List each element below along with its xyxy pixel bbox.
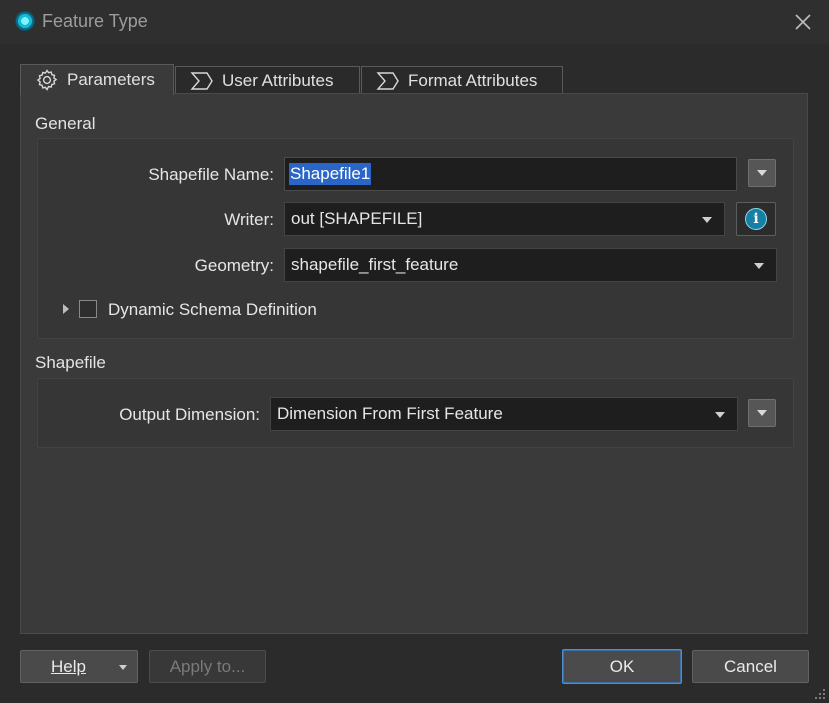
- general-heading: General: [35, 114, 96, 133]
- tab-format-attributes-label: Format Attributes: [408, 70, 538, 90]
- tab-user-attributes-label: User Attributes: [222, 70, 334, 90]
- shapefile-group: Output Dimension: Dimension From First F…: [37, 378, 794, 448]
- geometry-select[interactable]: shapefile_first_feature: [284, 248, 777, 282]
- chevron-down-icon: [119, 665, 127, 670]
- dynamic-schema-checkbox[interactable]: [79, 300, 97, 318]
- shapefile-name-value: Shapefile1: [289, 163, 372, 185]
- geometry-value: shapefile_first_feature: [291, 255, 459, 274]
- cancel-button[interactable]: Cancel: [692, 650, 809, 683]
- close-icon: [795, 14, 811, 30]
- shapefile-name-label: Shapefile Name:: [148, 165, 274, 184]
- general-group: Shapefile Name: Shapefile1 Writer: out […: [37, 138, 794, 339]
- geometry-label: Geometry:: [194, 256, 274, 275]
- shapefile-heading: Shapefile: [35, 353, 106, 372]
- writer-info-button[interactable]: i: [736, 202, 776, 236]
- tab-parameters[interactable]: Parameters: [20, 64, 174, 95]
- chevron-down-icon: [754, 263, 764, 269]
- shapefile-name-menu-button[interactable]: [748, 159, 776, 187]
- writer-select[interactable]: out [SHAPEFILE]: [284, 202, 725, 236]
- output-dimension-select[interactable]: Dimension From First Feature: [270, 397, 738, 431]
- window-title: Feature Type: [42, 11, 148, 31]
- output-dimension-label: Output Dimension:: [119, 405, 260, 424]
- tab-format-attributes[interactable]: Format Attributes: [361, 66, 563, 94]
- chevron-down-icon: [702, 217, 712, 223]
- dynamic-schema-label: Dynamic Schema Definition: [108, 300, 317, 319]
- tab-parameters-label: Parameters: [67, 70, 155, 89]
- help-button[interactable]: Help: [20, 650, 138, 683]
- sigma-icon: [190, 71, 213, 90]
- chevron-down-icon: [715, 412, 725, 418]
- apply-to-button[interactable]: Apply to...: [149, 650, 266, 683]
- parameters-panel: General Shapefile Name: Shapefile1 Write…: [20, 93, 808, 634]
- resize-grip-icon[interactable]: [812, 686, 826, 700]
- expand-arrow-icon[interactable]: [63, 304, 69, 314]
- shapefile-name-input[interactable]: Shapefile1: [284, 157, 737, 191]
- app-icon: [16, 12, 34, 30]
- chevron-down-icon: [757, 170, 767, 176]
- output-dimension-value: Dimension From First Feature: [277, 404, 503, 423]
- writer-value: out [SHAPEFILE]: [291, 209, 423, 228]
- sigma-icon: [376, 71, 399, 90]
- title-bar: Feature Type: [0, 0, 829, 44]
- help-label: Help: [51, 656, 86, 676]
- output-dimension-menu-button[interactable]: [748, 399, 776, 427]
- tab-user-attributes[interactable]: User Attributes: [175, 66, 360, 94]
- chevron-down-icon: [757, 410, 767, 416]
- writer-label: Writer:: [224, 210, 274, 229]
- ok-button[interactable]: OK: [562, 649, 682, 684]
- gear-icon: [36, 69, 58, 91]
- info-icon: i: [745, 208, 767, 230]
- close-button[interactable]: [791, 10, 815, 34]
